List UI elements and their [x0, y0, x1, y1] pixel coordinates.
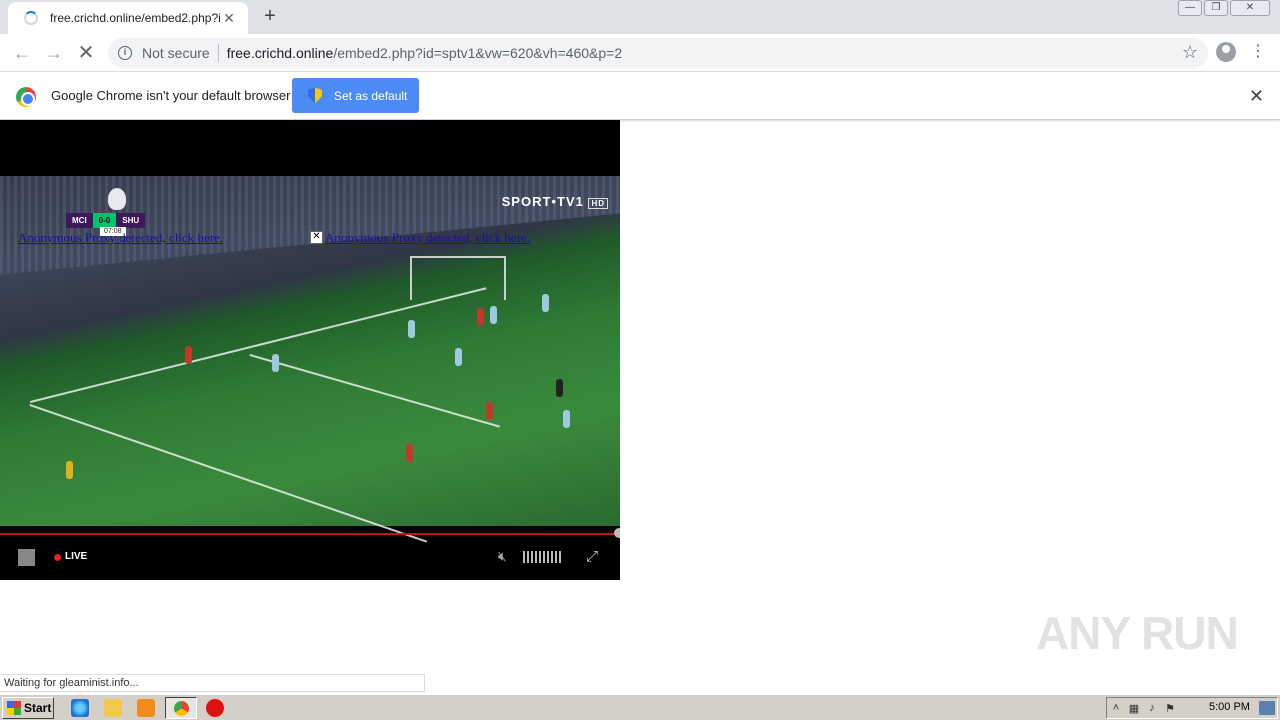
system-tray: ˄ ▦ ♪ ⚑ — [1106, 697, 1278, 719]
network-icon[interactable]: ▦ — [1125, 702, 1143, 715]
stop-icon[interactable] — [18, 549, 35, 566]
new-tab-button[interactable]: + — [258, 5, 282, 29]
live-dot-icon — [54, 554, 61, 561]
default-browser-infobar: Google Chrome isn't your default browser… — [0, 72, 1280, 120]
restore-button[interactable]: ❐ — [1204, 0, 1228, 16]
internet-explorer-icon[interactable] — [71, 699, 89, 717]
browser-tab[interactable]: free.crichd.online/embed2.php?id=sp ✕ — [8, 2, 248, 34]
mute-speaker-icon[interactable]: 🔇︎ — [498, 548, 507, 565]
loading-spinner-icon — [24, 11, 38, 25]
action-center-flag-icon[interactable]: ⚑ — [1161, 702, 1179, 715]
file-explorer-icon[interactable] — [104, 699, 122, 717]
league-logo-icon — [108, 188, 126, 210]
player-figure — [406, 444, 413, 462]
proxy-ad-link-2[interactable]: Anonymous Proxy detected, click here. — [325, 230, 530, 246]
stop-loading-icon[interactable]: ✕ — [74, 41, 98, 65]
player-figure — [272, 354, 279, 372]
divider — [217, 44, 219, 62]
show-desktop-icon[interactable] — [1259, 701, 1275, 715]
volume-slider[interactable] — [523, 551, 563, 563]
player-controls: LIVE 🔇︎ ⤢ — [0, 538, 620, 580]
pitch-line — [29, 404, 428, 543]
chrome-logo-icon — [16, 87, 36, 107]
status-bubble: Waiting for gleaminist.info... — [0, 674, 425, 692]
system-clock[interactable]: 5:00 PM — [1209, 701, 1250, 713]
volume-icon[interactable]: ♪ — [1143, 702, 1161, 714]
player-figure — [556, 379, 563, 397]
bookmark-star-icon[interactable]: ☆ — [1182, 42, 1198, 63]
chrome-taskbar-button[interactable] — [165, 697, 197, 719]
minimize-button[interactable]: — — [1178, 0, 1202, 16]
player-figure — [185, 346, 192, 364]
anyrun-watermark: ANY RUN — [1036, 607, 1239, 659]
score: 0-0 — [92, 213, 117, 228]
tab-title: free.crichd.online/embed2.php?id=sp — [50, 11, 220, 25]
windows-taskbar: Start ˄ ▦ ♪ ⚑ 5:00 PM — [0, 694, 1280, 720]
goal-frame — [410, 256, 506, 300]
profile-avatar-icon[interactable] — [1216, 42, 1236, 62]
seek-handle[interactable] — [614, 528, 620, 538]
proxy-ad-link-1[interactable]: Anonymous Proxy detected, click here. — [18, 230, 223, 246]
url-text[interactable]: free.crichd.online/embed2.php?id=sptv1&v… — [227, 45, 622, 61]
infobar-message: Google Chrome isn't your default browser — [51, 88, 291, 103]
away-team: SHU — [116, 213, 146, 228]
set-as-default-button[interactable]: Set as default — [292, 78, 419, 113]
progress-bar[interactable] — [0, 533, 620, 535]
player-figure — [542, 294, 549, 312]
set-as-default-label: Set as default — [334, 88, 408, 103]
video-player[interactable]: MCI 0-0 SHU 07:08 SPORT•TV1 HD Anonymous… — [0, 120, 620, 580]
chrome-icon — [174, 701, 189, 716]
close-window-button[interactable]: ✕ — [1230, 0, 1270, 16]
player-figure — [66, 461, 73, 479]
infobar-close-icon[interactable]: ✕ — [1249, 86, 1264, 107]
windows-logo-icon — [7, 701, 21, 715]
back-arrow-icon[interactable]: ← — [10, 41, 34, 65]
window-controls: — ❐ ✕ — [1178, 0, 1270, 16]
player-figure — [486, 402, 493, 420]
pitch-line — [249, 354, 500, 428]
home-team: MCI — [66, 213, 93, 228]
opera-icon[interactable] — [206, 699, 224, 717]
forward-arrow-icon[interactable]: → — [42, 41, 66, 65]
player-figure — [455, 348, 462, 366]
address-bar[interactable]: i Not secure free.crichd.online/embed2.p… — [108, 38, 1208, 68]
channel-logo-text: SPORT•TV1 — [501, 194, 584, 209]
channel-logo: SPORT•TV1 HD — [502, 194, 608, 209]
start-label: Start — [24, 701, 52, 715]
ad-close-icon[interactable]: ✕ — [310, 231, 323, 244]
menu-kebab-icon[interactable]: ⋮ — [1250, 42, 1266, 62]
url-host: free.crichd.online — [226, 45, 334, 61]
pitch-line — [30, 287, 487, 403]
uac-shield-icon — [308, 87, 322, 104]
scorebug: MCI 0-0 SHU — [66, 213, 146, 228]
tab-strip: free.crichd.online/embed2.php?id=sp ✕ + … — [0, 0, 1280, 34]
url-path: /embed2.php?id=sptv1&vw=620&vh=460&p=2 — [333, 45, 623, 61]
video-frame[interactable]: MCI 0-0 SHU 07:08 SPORT•TV1 HD — [0, 176, 620, 543]
player-figure — [408, 320, 415, 338]
tab-close-icon[interactable]: ✕ — [220, 10, 238, 27]
info-icon[interactable]: i — [118, 46, 132, 60]
fullscreen-icon[interactable]: ⤢ — [586, 548, 598, 565]
security-label[interactable]: Not secure — [142, 45, 210, 61]
player-figure — [490, 306, 497, 324]
media-player-icon[interactable] — [137, 699, 155, 717]
player-figure — [563, 410, 570, 428]
start-button[interactable]: Start — [2, 697, 54, 719]
live-label: LIVE — [65, 551, 88, 562]
hd-badge: HD — [588, 198, 608, 209]
browser-toolbar: ← → ✕ i Not secure free.crichd.online/em… — [0, 34, 1280, 72]
show-hidden-icons-icon[interactable]: ˄ — [1107, 702, 1125, 714]
player-figure — [477, 308, 484, 326]
